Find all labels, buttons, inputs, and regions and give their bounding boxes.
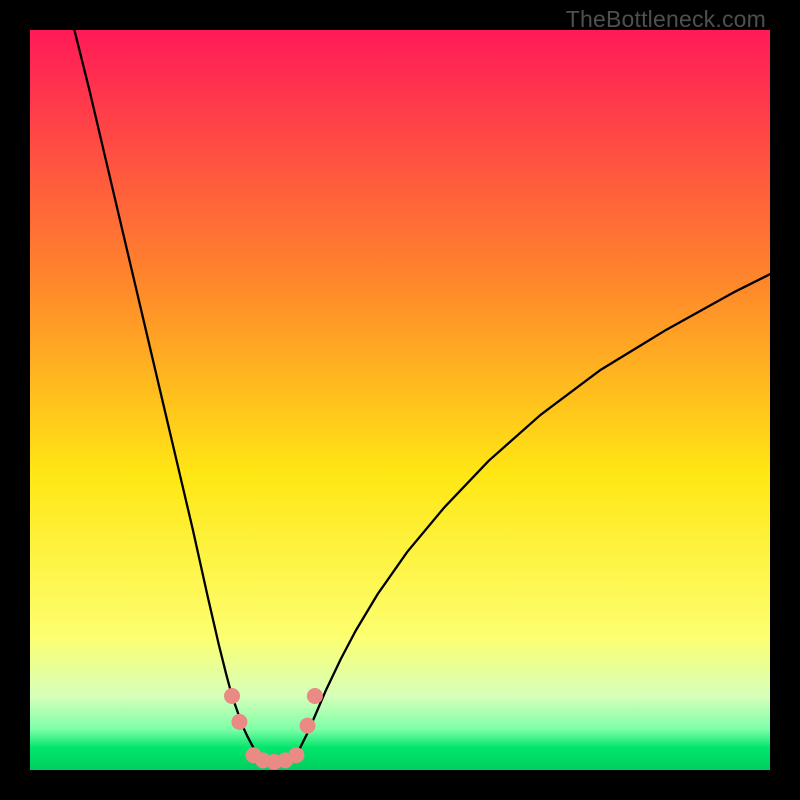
trough-marker xyxy=(288,747,304,763)
trough-marker xyxy=(300,718,316,734)
bottleneck-chart xyxy=(30,30,770,770)
trough-marker xyxy=(224,688,240,704)
trough-marker xyxy=(231,714,247,730)
gradient-background xyxy=(30,30,770,770)
chart-frame xyxy=(30,30,770,770)
trough-marker xyxy=(307,688,323,704)
watermark-text: TheBottleneck.com xyxy=(566,6,766,33)
